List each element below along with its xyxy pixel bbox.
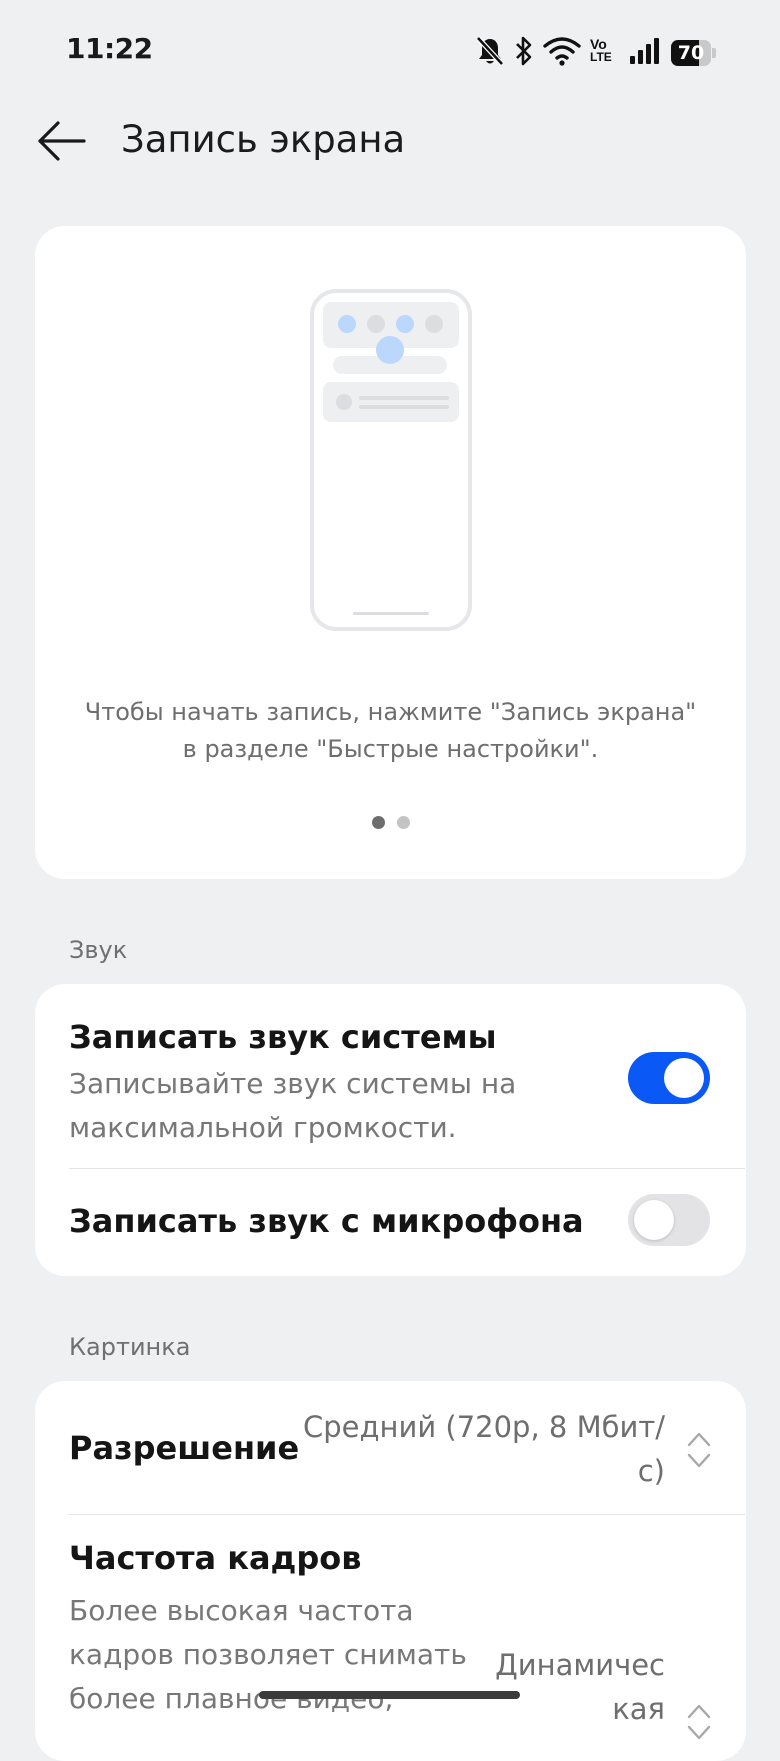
mic-sound-toggle[interactable] <box>628 1194 710 1246</box>
system-sound-subtitle: Записывайте звук системы на максимальной… <box>69 1067 517 1144</box>
divider <box>69 1168 745 1169</box>
resolution-spinner-icon[interactable] <box>686 1431 712 1469</box>
framerate-subtitle: Более высокая частота кадров позволяет с… <box>69 1594 467 1715</box>
sound-card: Записать звук системы Записывайте звук с… <box>35 984 746 1276</box>
back-arrow-icon[interactable] <box>36 118 88 164</box>
picture-card: Разрешение Средний (720p, 8 Мбит/ с) Час… <box>35 1381 746 1761</box>
mic-sound-title: Записать звук с микрофона <box>69 1202 584 1240</box>
page-indicator[interactable] <box>35 814 746 833</box>
resolution-value[interactable]: Средний (720p, 8 Мбит/ с) <box>275 1405 665 1493</box>
battery-level-text: 70 <box>677 42 705 64</box>
framerate-value[interactable]: Динамичес кая <box>465 1643 665 1731</box>
page-dot-2[interactable] <box>396 816 410 829</box>
phone-illustration-icon <box>310 289 472 631</box>
volte-icon: Vo LTE <box>590 36 612 64</box>
illustration-card[interactable]: Чтобы начать запись, нажмите "Запись экр… <box>35 226 746 879</box>
bluetooth-icon <box>516 36 532 66</box>
section-label-sound: Звук <box>69 936 128 964</box>
battery-icon: 70 <box>671 40 717 66</box>
page-title: Запись экрана <box>121 118 406 161</box>
status-time: 11:22 <box>66 32 153 65</box>
status-bar: 11:22 Vo LTE 70 <box>0 0 780 100</box>
wifi-icon <box>543 37 581 66</box>
system-sound-title: Записать звук системы <box>69 1018 497 1056</box>
divider <box>69 1514 745 1515</box>
page-dot-1[interactable] <box>371 816 385 829</box>
system-sound-toggle[interactable] <box>628 1052 710 1104</box>
home-indicator[interactable] <box>259 1691 520 1699</box>
bell-muted-icon <box>476 36 504 66</box>
framerate-spinner-icon[interactable] <box>686 1703 712 1741</box>
signal-icon <box>630 38 659 64</box>
framerate-title: Частота кадров <box>69 1539 362 1577</box>
resolution-title: Разрешение <box>69 1429 300 1467</box>
illustration-hint: Чтобы начать запись, нажмите "Запись экр… <box>84 698 697 763</box>
section-label-picture: Картинка <box>69 1333 191 1361</box>
